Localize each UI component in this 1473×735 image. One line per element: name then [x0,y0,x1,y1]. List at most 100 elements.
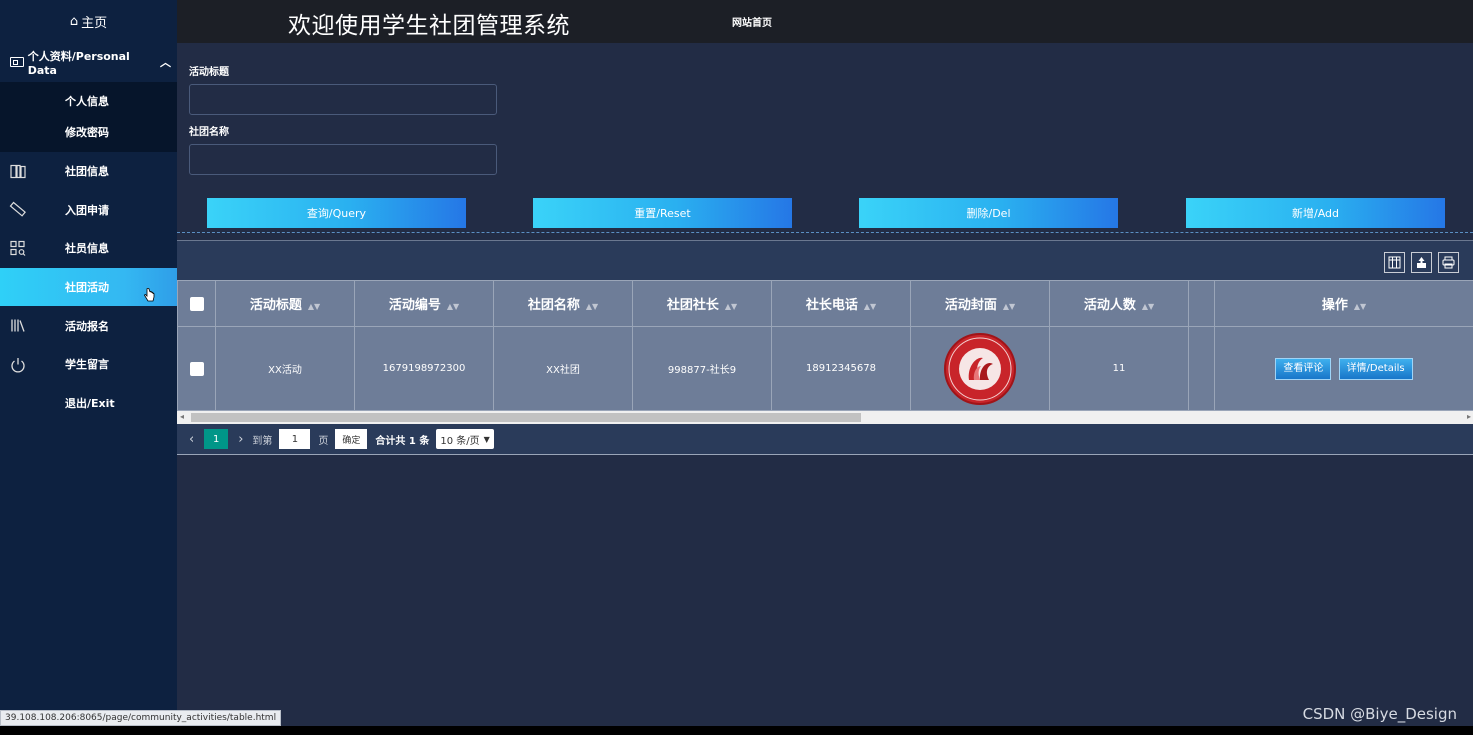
sidebar-item-activity-signup[interactable]: 活动报名 [0,306,177,345]
header-label: 活动标题 [249,298,302,313]
sidebar-item-student-messages[interactable]: 学生留言 [0,345,177,384]
horizontal-scrollbar[interactable]: ◂ ▸ [177,411,1473,424]
row-select-cell [177,326,216,411]
page-number-current[interactable]: 1 [204,429,229,449]
id-card-icon [10,57,24,67]
bottom-bar [0,726,1473,735]
scroll-left-icon[interactable]: ◂ [180,412,184,421]
sort-icon[interactable]: ▲▼ [725,302,737,311]
sidebar-item-member-info[interactable]: 社员信息 [0,229,177,268]
sort-icon[interactable]: ▲▼ [1354,302,1366,311]
page-size-select[interactable]: 10 条/页 ▼ [436,429,494,449]
columns-filter-icon[interactable] [1384,252,1405,273]
club-name-label: 社团名称 [189,127,229,138]
ruler-icon [9,201,26,218]
activity-title-input[interactable] [189,84,497,115]
table-toolbar [1378,252,1459,273]
site-home-link[interactable]: 网站首页 [732,14,772,29]
sort-icon[interactable]: ▲▼ [586,302,598,311]
sort-icon[interactable]: ▲▼ [864,302,876,311]
sidebar: ⌂ 主页 个人资料/Personal Data ︿ 个人信息 修改密码 社团信息… [0,0,177,735]
column-header-activity-count[interactable]: 活动人数 ▲▼ [1049,280,1189,327]
header-label: 活动封面 [944,298,997,313]
page-size-value: 10 条/页 [440,435,480,447]
column-header-activity-cover[interactable]: 活动封面 ▲▼ [910,280,1050,327]
column-header-activity-id[interactable]: 活动编号 ▲▼ [354,280,494,327]
sidebar-item-change-password[interactable]: 修改密码 [0,117,177,148]
add-button[interactable]: 新增/Add [1186,198,1445,228]
cell-activity-count: 11 [1049,326,1189,411]
browser-status-url: 39.108.108.206:8065/page/community_activ… [0,710,282,726]
header-label: 活动编号 [388,298,441,313]
header-label: 社长电话 [805,298,858,313]
column-header-actions[interactable]: 操作 ▲▼ [1214,280,1473,327]
hand-cursor-icon [144,288,155,302]
column-header-club-leader[interactable]: 社团社长 ▲▼ [632,280,772,327]
header-label: 活动人数 [1083,298,1136,313]
club-name-input[interactable] [189,144,497,175]
association-seal-image [944,332,1016,405]
sort-icon[interactable]: ▲▼ [1142,302,1154,311]
sort-icon[interactable]: ▲▼ [1003,302,1015,311]
delete-button[interactable]: 删除/Del [859,198,1118,228]
sidebar-submenu: 个人信息 修改密码 [0,82,177,152]
cell-club-name: XX社团 [493,326,633,411]
cell-activity-cover [910,326,1050,411]
column-header-empty [1188,280,1215,327]
header-label: 操作 [1321,298,1348,313]
select-all-checkbox[interactable] [189,296,204,311]
book-icon [9,163,26,180]
goto-confirm-button[interactable]: 确定 [335,429,368,449]
column-header-club-name[interactable]: 社团名称 ▲▼ [493,280,633,327]
pagination: ‹ 1 › 到第 1 页 确定 合计共 1 条 10 条/页 ▼ [177,424,1473,455]
table-header-row: 活动标题 ▲▼ 活动编号 ▲▼ 社团名称 ▲▼ 社团社长 ▲▼ 社长电话 ▲▼ 活动封面 ▲… [177,280,1473,327]
column-header-activity-title[interactable]: 活动标题 ▲▼ [215,280,355,327]
sidebar-item-exit[interactable]: 退出/Exit [0,384,177,423]
watermark: CSDN @Biye_Design [1302,705,1457,723]
next-page-icon[interactable]: › [238,432,243,447]
export-icon[interactable] [1411,252,1432,273]
scroll-right-icon[interactable]: ▸ [1467,412,1471,421]
cell-empty [1188,326,1215,411]
sidebar-item-join-application[interactable]: 入团申请 [0,191,177,230]
chevron-down-icon: ▼ [483,434,490,444]
scrollbar-thumb[interactable] [191,413,861,422]
sidebar-item-profile[interactable]: 个人信息 [0,86,177,117]
library-icon [9,317,26,334]
query-button[interactable]: 查询/Query [207,198,466,228]
view-comments-button[interactable]: 查看评论 [1275,357,1332,380]
cell-activity-title: XX活动 [215,326,355,411]
prev-page-icon[interactable]: ‹ [189,432,194,447]
header-label: 社团名称 [527,298,580,313]
sort-icon[interactable]: ▲▼ [447,302,459,311]
cell-leader-phone: 18912345678 [771,326,911,411]
sort-icon[interactable]: ▲▼ [308,302,320,311]
cell-actions: 查看评论 详情/Details [1214,326,1473,411]
main-content: 活动标题 社团名称 查询/Query 重置/Reset 删除/Del 新增/Ad… [177,43,1473,726]
goto-page-input[interactable]: 1 [279,429,311,449]
sidebar-group-label: 个人资料/Personal Data [27,49,130,77]
sidebar-item-club-info[interactable]: 社团信息 [0,152,177,191]
header-label: 社团社长 [666,298,719,313]
select-all-cell [177,280,216,327]
row-checkbox[interactable] [189,361,204,376]
sidebar-item-label: 退出/Exit [65,396,115,410]
sidebar-group-personal-data[interactable]: 个人资料/Personal Data ︿ [0,42,177,82]
column-header-leader-phone[interactable]: 社长电话 ▲▼ [771,280,911,327]
activity-title-label: 活动标题 [189,67,229,78]
cell-activity-id: 1679198972300 [354,326,494,411]
grid-search-icon [9,240,26,257]
print-icon[interactable] [1438,252,1459,273]
total-count: 合计共 1 条 [375,435,430,447]
page-title: 欢迎使用学生社团管理系统 [288,13,570,39]
data-table-panel: 活动标题 ▲▼ 活动编号 ▲▼ 社团名称 ▲▼ 社团社长 ▲▼ 社长电话 ▲▼ 活动封面 ▲… [177,240,1473,455]
sidebar-home-label: 主页 [81,15,108,31]
sidebar-home[interactable]: ⌂ 主页 [0,0,177,42]
details-button[interactable]: 详情/Details [1338,357,1413,380]
activities-table: 活动标题 ▲▼ 活动编号 ▲▼ 社团名称 ▲▼ 社团社长 ▲▼ 社长电话 ▲▼ 活动封面 ▲… [177,280,1473,411]
reset-button[interactable]: 重置/Reset [533,198,792,228]
power-icon [9,356,26,373]
chevron-up-icon: ︿ [160,56,171,69]
page-unit-label: 页 [318,435,329,447]
table-row: XX活动 1679198972300 XX社团 998877-社长9 18912… [177,326,1473,411]
